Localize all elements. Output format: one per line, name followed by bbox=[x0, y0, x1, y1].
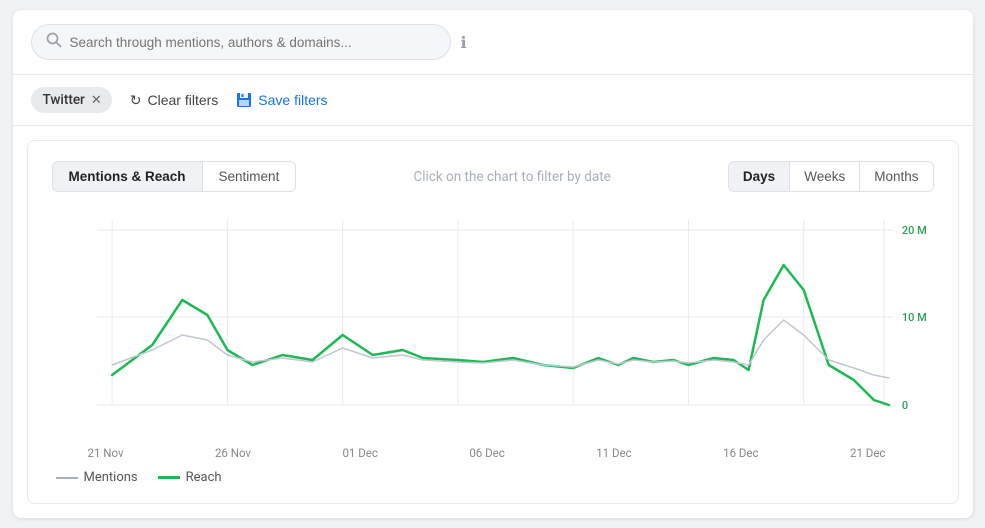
filter-tag-close-icon[interactable]: ✕ bbox=[91, 94, 102, 107]
x-label-11dec: 11 Dec bbox=[596, 446, 631, 460]
period-tab-months[interactable]: Months bbox=[859, 162, 932, 191]
chart-area[interactable]: 20 M 10 M 0 bbox=[52, 210, 934, 440]
period-tabs: Days Weeks Months bbox=[728, 161, 934, 192]
tab-mentions-reach[interactable]: Mentions & Reach bbox=[53, 162, 202, 191]
chart-tabs: Mentions & Reach Sentiment bbox=[52, 161, 297, 192]
search-icon bbox=[46, 32, 62, 52]
refresh-icon: ↻ bbox=[130, 92, 142, 109]
save-filters-button[interactable]: Save filters bbox=[236, 92, 327, 108]
legend-reach-label: Reach bbox=[186, 470, 222, 485]
chart-section: Mentions & Reach Sentiment Click on the … bbox=[27, 140, 959, 504]
legend-row: Mentions Reach bbox=[52, 470, 934, 485]
svg-text:10 M: 10 M bbox=[901, 311, 926, 324]
svg-text:20 M: 20 M bbox=[901, 224, 926, 237]
twitter-filter-tag: Twitter ✕ bbox=[31, 87, 112, 113]
save-filters-label: Save filters bbox=[258, 92, 327, 108]
clear-filters-label: Clear filters bbox=[147, 92, 218, 108]
x-label-21nov: 21 Nov bbox=[88, 446, 124, 460]
period-tab-days[interactable]: Days bbox=[729, 162, 789, 191]
legend-reach: Reach bbox=[158, 470, 222, 485]
search-input-wrap[interactable] bbox=[31, 24, 451, 60]
save-icon bbox=[236, 92, 252, 108]
legend-mentions: Mentions bbox=[56, 470, 138, 485]
search-input[interactable] bbox=[70, 35, 436, 50]
clear-filters-button[interactable]: ↻ Clear filters bbox=[130, 92, 219, 109]
period-tab-weeks[interactable]: Weeks bbox=[789, 162, 859, 191]
tab-sentiment[interactable]: Sentiment bbox=[202, 162, 296, 191]
x-label-06dec: 06 Dec bbox=[469, 446, 504, 460]
chart-hint: Click on the chart to filter by date bbox=[296, 169, 728, 185]
legend-mentions-line bbox=[56, 477, 78, 479]
legend-reach-line bbox=[158, 476, 180, 479]
chart-svg: 20 M 10 M 0 bbox=[52, 210, 934, 440]
x-label-26nov: 26 Nov bbox=[215, 446, 251, 460]
info-icon[interactable]: ℹ bbox=[461, 33, 467, 52]
legend-mentions-label: Mentions bbox=[84, 470, 138, 485]
chart-controls-row: Mentions & Reach Sentiment Click on the … bbox=[52, 161, 934, 192]
search-bar-row: ℹ bbox=[13, 10, 973, 75]
x-label-21dec: 21 Dec bbox=[850, 446, 885, 460]
x-labels: 21 Nov 26 Nov 01 Dec 06 Dec 11 Dec 16 De… bbox=[52, 440, 934, 460]
x-label-16dec: 16 Dec bbox=[723, 446, 758, 460]
main-container: ℹ Twitter ✕ ↻ Clear filters Save filters… bbox=[13, 10, 973, 518]
filter-tag-label: Twitter bbox=[43, 92, 85, 108]
svg-text:0: 0 bbox=[901, 399, 907, 412]
x-label-01dec: 01 Dec bbox=[342, 446, 377, 460]
filters-row: Twitter ✕ ↻ Clear filters Save filters bbox=[13, 75, 973, 126]
